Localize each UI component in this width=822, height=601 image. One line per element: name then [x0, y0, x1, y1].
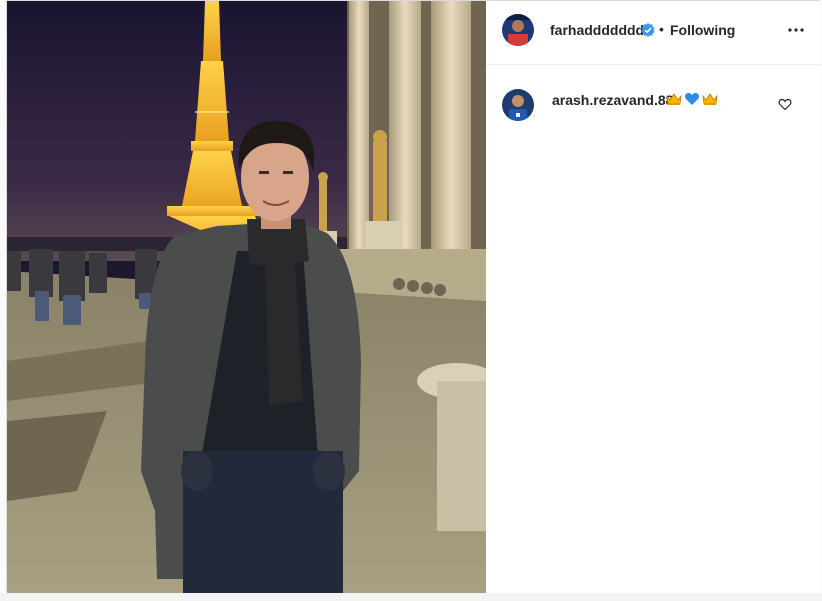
blue-heart-emoji-icon [684, 93, 700, 105]
page-bottom-strip [0, 593, 822, 601]
photo-illustration [7, 1, 486, 593]
heart-outline-icon[interactable] [778, 97, 792, 111]
commenter-avatar[interactable] [502, 89, 534, 121]
post-header: farhadddddddd • Following [486, 1, 821, 65]
post-photo[interactable] [7, 1, 486, 593]
crown-emoji-icon [666, 93, 682, 105]
post-side-panel: farhadddddddd • Following arash.rezavand… [486, 1, 821, 593]
comment-text [666, 91, 718, 107]
verified-badge-icon [641, 23, 655, 37]
instagram-post-view: farhadddddddd • Following arash.rezavand… [0, 0, 822, 601]
more-options-icon[interactable] [786, 20, 806, 40]
header-separator: • [659, 21, 664, 37]
comment-row: arash.rezavand.88 [486, 81, 821, 121]
following-button[interactable]: Following [670, 22, 735, 38]
author-avatar[interactable] [502, 14, 534, 46]
crown-emoji-icon [702, 93, 718, 105]
post-card: farhadddddddd • Following arash.rezavand… [6, 0, 821, 593]
author-username[interactable]: farhadddddddd [550, 22, 653, 38]
commenter-username[interactable]: arash.rezavand.88 [552, 92, 673, 108]
